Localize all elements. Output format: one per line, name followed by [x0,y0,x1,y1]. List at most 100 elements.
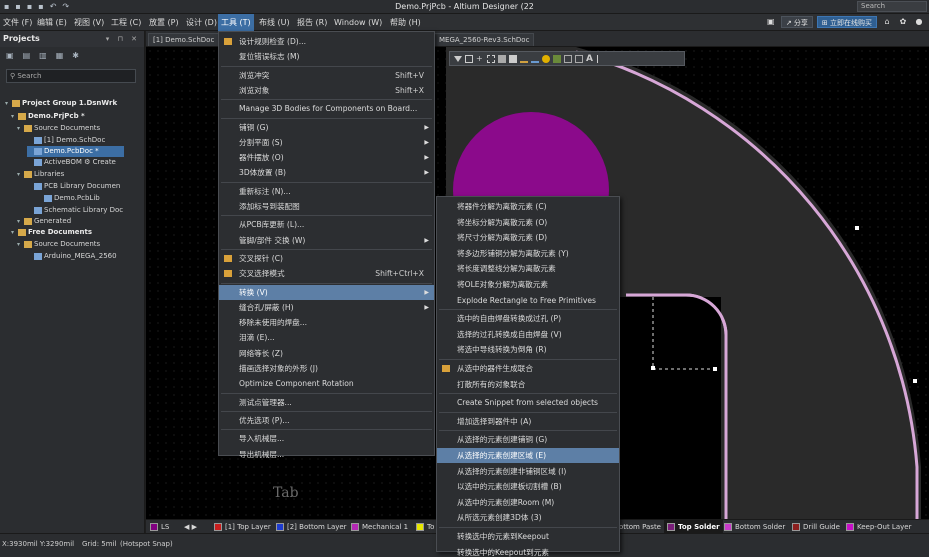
menu-item[interactable]: 复位错误标志 (M) [219,49,434,64]
expand-arrow-icon[interactable]: ▾ [11,227,18,238]
menu-item[interactable]: 分割平面 (S) ▶ [219,135,434,150]
menu-item[interactable]: 移除未使用的焊盘... [219,315,434,330]
selection-handle[interactable] [855,226,859,230]
menu-item[interactable]: 从选择的元素创建非铺铜区域 (I) [437,464,619,479]
menu-item[interactable]: 从PCB库更新 (L)... [219,217,434,232]
menu-item[interactable]: 铺铜 (G) ▶ [219,120,434,135]
route-icon[interactable] [465,54,473,63]
tree-item[interactable]: ActiveBOM ⚙ Create [27,157,116,168]
keepout-icon[interactable] [564,54,572,63]
tree-item[interactable]: Schematic Library Doc [27,205,123,216]
menu-item[interactable]: 缝合孔/屏蔽 (H) ▶ [219,300,434,315]
tree-item[interactable]: ▾ Source Documents [17,123,100,134]
cross-icon[interactable]: + [476,54,484,63]
menu-3[interactable]: 视图 (V) [71,14,107,31]
layer-tab[interactable]: Mechanical 1 [351,520,408,534]
menu-item[interactable]: Explode Rectangle to Free Primitives [437,293,619,308]
tree-item[interactable]: PCB Library Documen [27,181,120,192]
layer-tab[interactable]: Keep-Out Layer [846,520,911,534]
menu-item[interactable]: 优先选项 (P)... [219,413,434,428]
menu-item[interactable]: Manage 3D Bodies for Components on Board… [219,101,434,116]
layer-tab[interactable]: Top Solder [664,520,723,534]
interactive-route-icon[interactable] [520,55,528,63]
align-icon[interactable] [498,54,506,63]
menu-10[interactable]: Window (W) [331,14,385,31]
tree-item[interactable]: ▾ Libraries [17,169,64,180]
buy-online-button[interactable]: ⊞ 立即在线购买 [816,16,877,28]
tab-demo-schdoc[interactable]: [1] Demo.SchDoc [148,33,220,46]
menu-item[interactable]: 将OLE对象分解为离散元素 [437,277,619,292]
menu-item[interactable]: 浏览对象 Shift+X [219,83,434,98]
expand-arrow-icon[interactable]: ▾ [17,239,24,250]
global-search-input[interactable]: Search [857,1,927,12]
menu-item[interactable]: 以选中的元素创建板切割槽 (B) [437,479,619,494]
menu-item[interactable]: 将器件分解为离散元素 (C) [437,199,619,214]
menu-item[interactable]: 转换 (V) ▶ [219,284,434,300]
tree-item[interactable]: ▾ Free Documents [11,227,92,238]
menu-item[interactable]: 转换选中的Keepout到元素 [437,545,619,557]
menu-5[interactable]: 放置 (P) [146,14,182,31]
menu-9[interactable]: 报告 (R) [294,14,330,31]
save-icon[interactable]: ▥ [39,51,47,61]
open-folder-icon[interactable]: ▤ [23,51,31,61]
menu-item[interactable]: 转换选中的元素到Keepout [437,529,619,544]
selection-handle[interactable] [713,367,717,371]
menu-1[interactable]: 文件 (F) [0,14,35,31]
line-icon[interactable] [597,54,605,63]
filter-icon[interactable] [454,55,462,62]
select-rect-icon[interactable] [487,54,495,63]
tree-item[interactable]: ▾ Project Group 1.DsnWrk [5,98,117,109]
menu-7[interactable]: 工具 (T) [218,14,254,31]
menu-item[interactable]: 浏览冲突 Shift+V [219,68,434,83]
menu-item[interactable]: 打散所有的对象联合 [437,377,619,392]
tree-item[interactable]: ▾ Generated [17,216,71,227]
menu-item[interactable]: 将多边形铺铜分解为离散元素 (Y) [437,246,619,261]
menu-item[interactable]: 从选中的元素创建Room (M) [437,495,619,510]
polygon-icon[interactable] [553,54,561,63]
folder-icon[interactable]: ▣ [6,51,14,61]
expand-arrow-icon[interactable]: ▾ [11,111,18,122]
menu-11[interactable]: 帮助 (H) [387,14,424,31]
layer-tab[interactable]: [1] Top Layer [214,520,271,534]
tree-item[interactable]: Demo.PcbLib [37,193,100,204]
menu-item[interactable]: 将尺寸分解为离散元素 (D) [437,230,619,245]
menu-2[interactable]: 编辑 (E) [34,14,70,31]
menu-item[interactable]: 3D体放置 (B) ▶ [219,165,434,180]
menu-item[interactable]: 选中的自由焊盘转换成过孔 (P) [437,311,619,326]
menu-item[interactable]: Optimize Component Rotation [219,376,434,391]
menu-item[interactable]: 交叉选择模式 Shift+Ctrl+X [219,266,434,281]
tree-item[interactable]: Demo.PcbDoc * [27,146,124,157]
tree-item[interactable]: ▾ Source Documents [17,239,100,250]
menu-item[interactable]: 描画选择对象的外形 (J) [219,361,434,376]
menu-item[interactable]: 将长度调整线分解为离散元素 [437,261,619,276]
menu-item[interactable]: 交叉探针 (C) [219,251,434,266]
menu-item[interactable]: 将坐标分解为离散元素 (O) [437,215,619,230]
layer-tab[interactable]: LS [150,520,169,534]
menu-item[interactable]: 泪滴 (E)... [219,330,434,345]
expand-arrow-icon[interactable]: ▾ [17,123,24,134]
selection-handle[interactable] [913,379,917,383]
menu-item[interactable]: 重新标注 (N)... [219,184,434,199]
menu-item[interactable]: 设计规则检查 (D)... [219,34,434,49]
close-doc-icon[interactable]: ▦ [56,51,64,61]
tree-item[interactable]: Arduino_MEGA_2560 [27,251,117,262]
menu-item[interactable]: 器件摆放 (O) ▶ [219,150,434,165]
menu-4[interactable]: 工程 (C) [108,14,144,31]
menu-item[interactable]: 选择的过孔转换成自由焊盘 (V) [437,327,619,342]
menu-item[interactable]: Create Snippet from selected objects [437,395,619,410]
menu-item[interactable]: 管脚/部件 交换 (W) ▶ [219,233,434,248]
menu-item[interactable]: 网络等长 (Z) [219,346,434,361]
menu-item[interactable]: 导出机械层... [219,447,434,462]
share-button[interactable]: ↗ 分享 [780,16,813,28]
menu-item[interactable]: 测试点管理器... [219,395,434,410]
layer-tab[interactable]: To [416,520,434,534]
menu-8[interactable]: 布线 (U) [256,14,293,31]
menu-item[interactable]: 添加标号到装配图 [219,199,434,214]
selection-handle[interactable] [651,366,655,370]
text-icon[interactable]: A [586,54,594,63]
dimension-icon[interactable] [575,54,583,63]
tree-item[interactable]: ▾ Demo.PrjPcb * [11,111,85,122]
layer-tab[interactable]: Drill Guide [792,520,840,534]
comment-icon[interactable]: ▣ [765,16,777,28]
menu-item[interactable]: 导入机械层... [219,431,434,446]
